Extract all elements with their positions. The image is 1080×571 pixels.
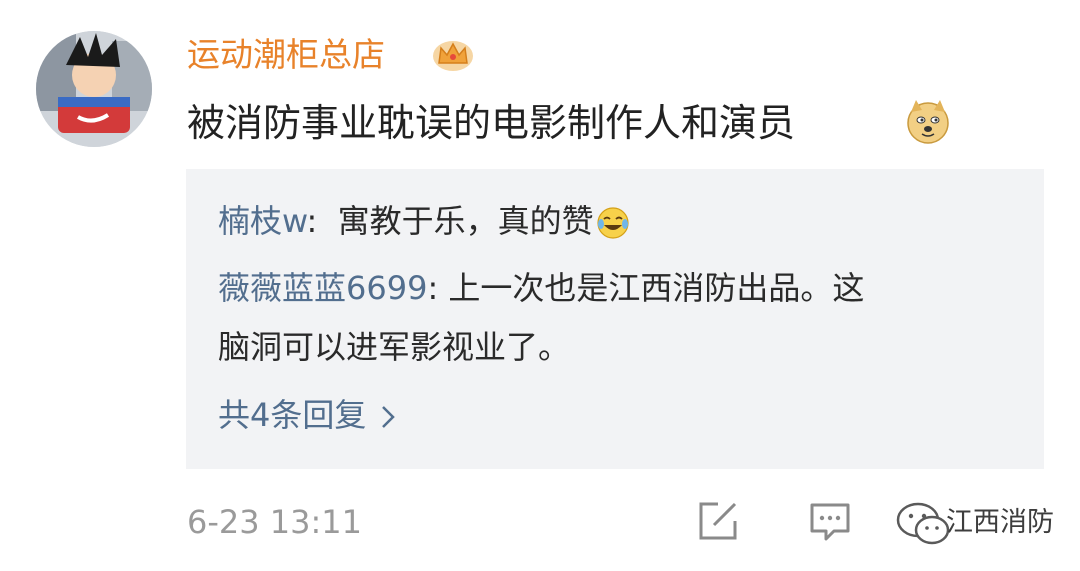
reply-colon: : [427,269,449,307]
reply-author[interactable]: 薇薇蓝蓝6699 [218,269,427,307]
avatar-image [36,31,152,147]
avatar[interactable] [36,31,152,147]
doge-emoji-icon [907,100,949,144]
edit-icon[interactable] [696,499,740,543]
comment-text: 被消防事业耽误的电影制作人和演员 [187,101,796,145]
comment-icon[interactable] [808,499,852,543]
more-replies-link[interactable]: 共4条回复 [218,391,396,439]
crown-icon [433,41,473,71]
reply-text-continued: 脑洞可以进军影视业了。 [218,328,571,366]
username[interactable]: 运动潮柜总店 [187,30,385,80]
reply-text: 上一次也是江西消防出品。这 [448,269,865,307]
reply-author[interactable]: 楠枝w [218,202,306,240]
reply-box[interactable]: 楠枝w: 寓教于乐，真的赞 薇薇蓝蓝6699: 上一次也是江西消防出品。这 脑洞… [186,169,1044,469]
more-replies-label: 共4条回复 [218,396,367,434]
reply-colon: : [306,202,338,240]
reply-item[interactable]: 楠枝w: 寓教于乐，真的赞 [218,197,630,245]
reply-item[interactable]: 薇薇蓝蓝6699: 上一次也是江西消防出品。这 [218,264,864,312]
reply-text: 寓教于乐，真的赞 [337,202,594,240]
timestamp: 6-23 13:11 [187,503,363,541]
watermark-text: 江西消防 [946,507,1054,538]
chevron-right-icon [382,406,396,428]
laugh-cry-emoji-icon [596,207,629,239]
